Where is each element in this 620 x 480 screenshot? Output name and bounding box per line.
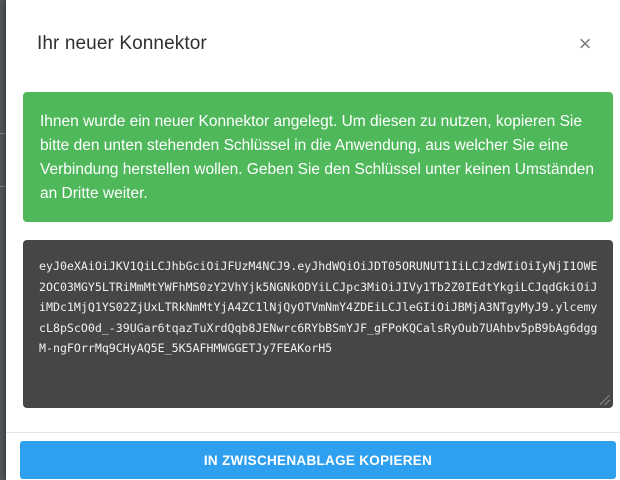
connector-dialog: Ihr neuer Konnektor × Ihnen wurde ein ne… xyxy=(6,0,620,480)
token-text: eyJ0eXAiOiJKV1QiLCJhbGciOiJFUzM4NCJ9.eyJ… xyxy=(39,259,598,355)
resize-handle-icon[interactable] xyxy=(600,395,610,405)
dialog-title: Ihr neuer Konnektor xyxy=(37,33,207,54)
footer-divider xyxy=(6,432,620,433)
token-textarea[interactable]: eyJ0eXAiOiJKV1QiLCJhbGciOiJFUzM4NCJ9.eyJ… xyxy=(23,240,613,408)
close-icon[interactable]: × xyxy=(574,33,596,55)
dialog-header: Ihr neuer Konnektor × xyxy=(6,0,620,94)
success-alert: Ihnen wurde ein neuer Konnektor angelegt… xyxy=(23,92,613,222)
copy-to-clipboard-button[interactable]: IN ZWISCHENABLAGE KOPIEREN xyxy=(20,441,616,479)
alert-message: Ihnen wurde ein neuer Konnektor angelegt… xyxy=(40,113,595,202)
